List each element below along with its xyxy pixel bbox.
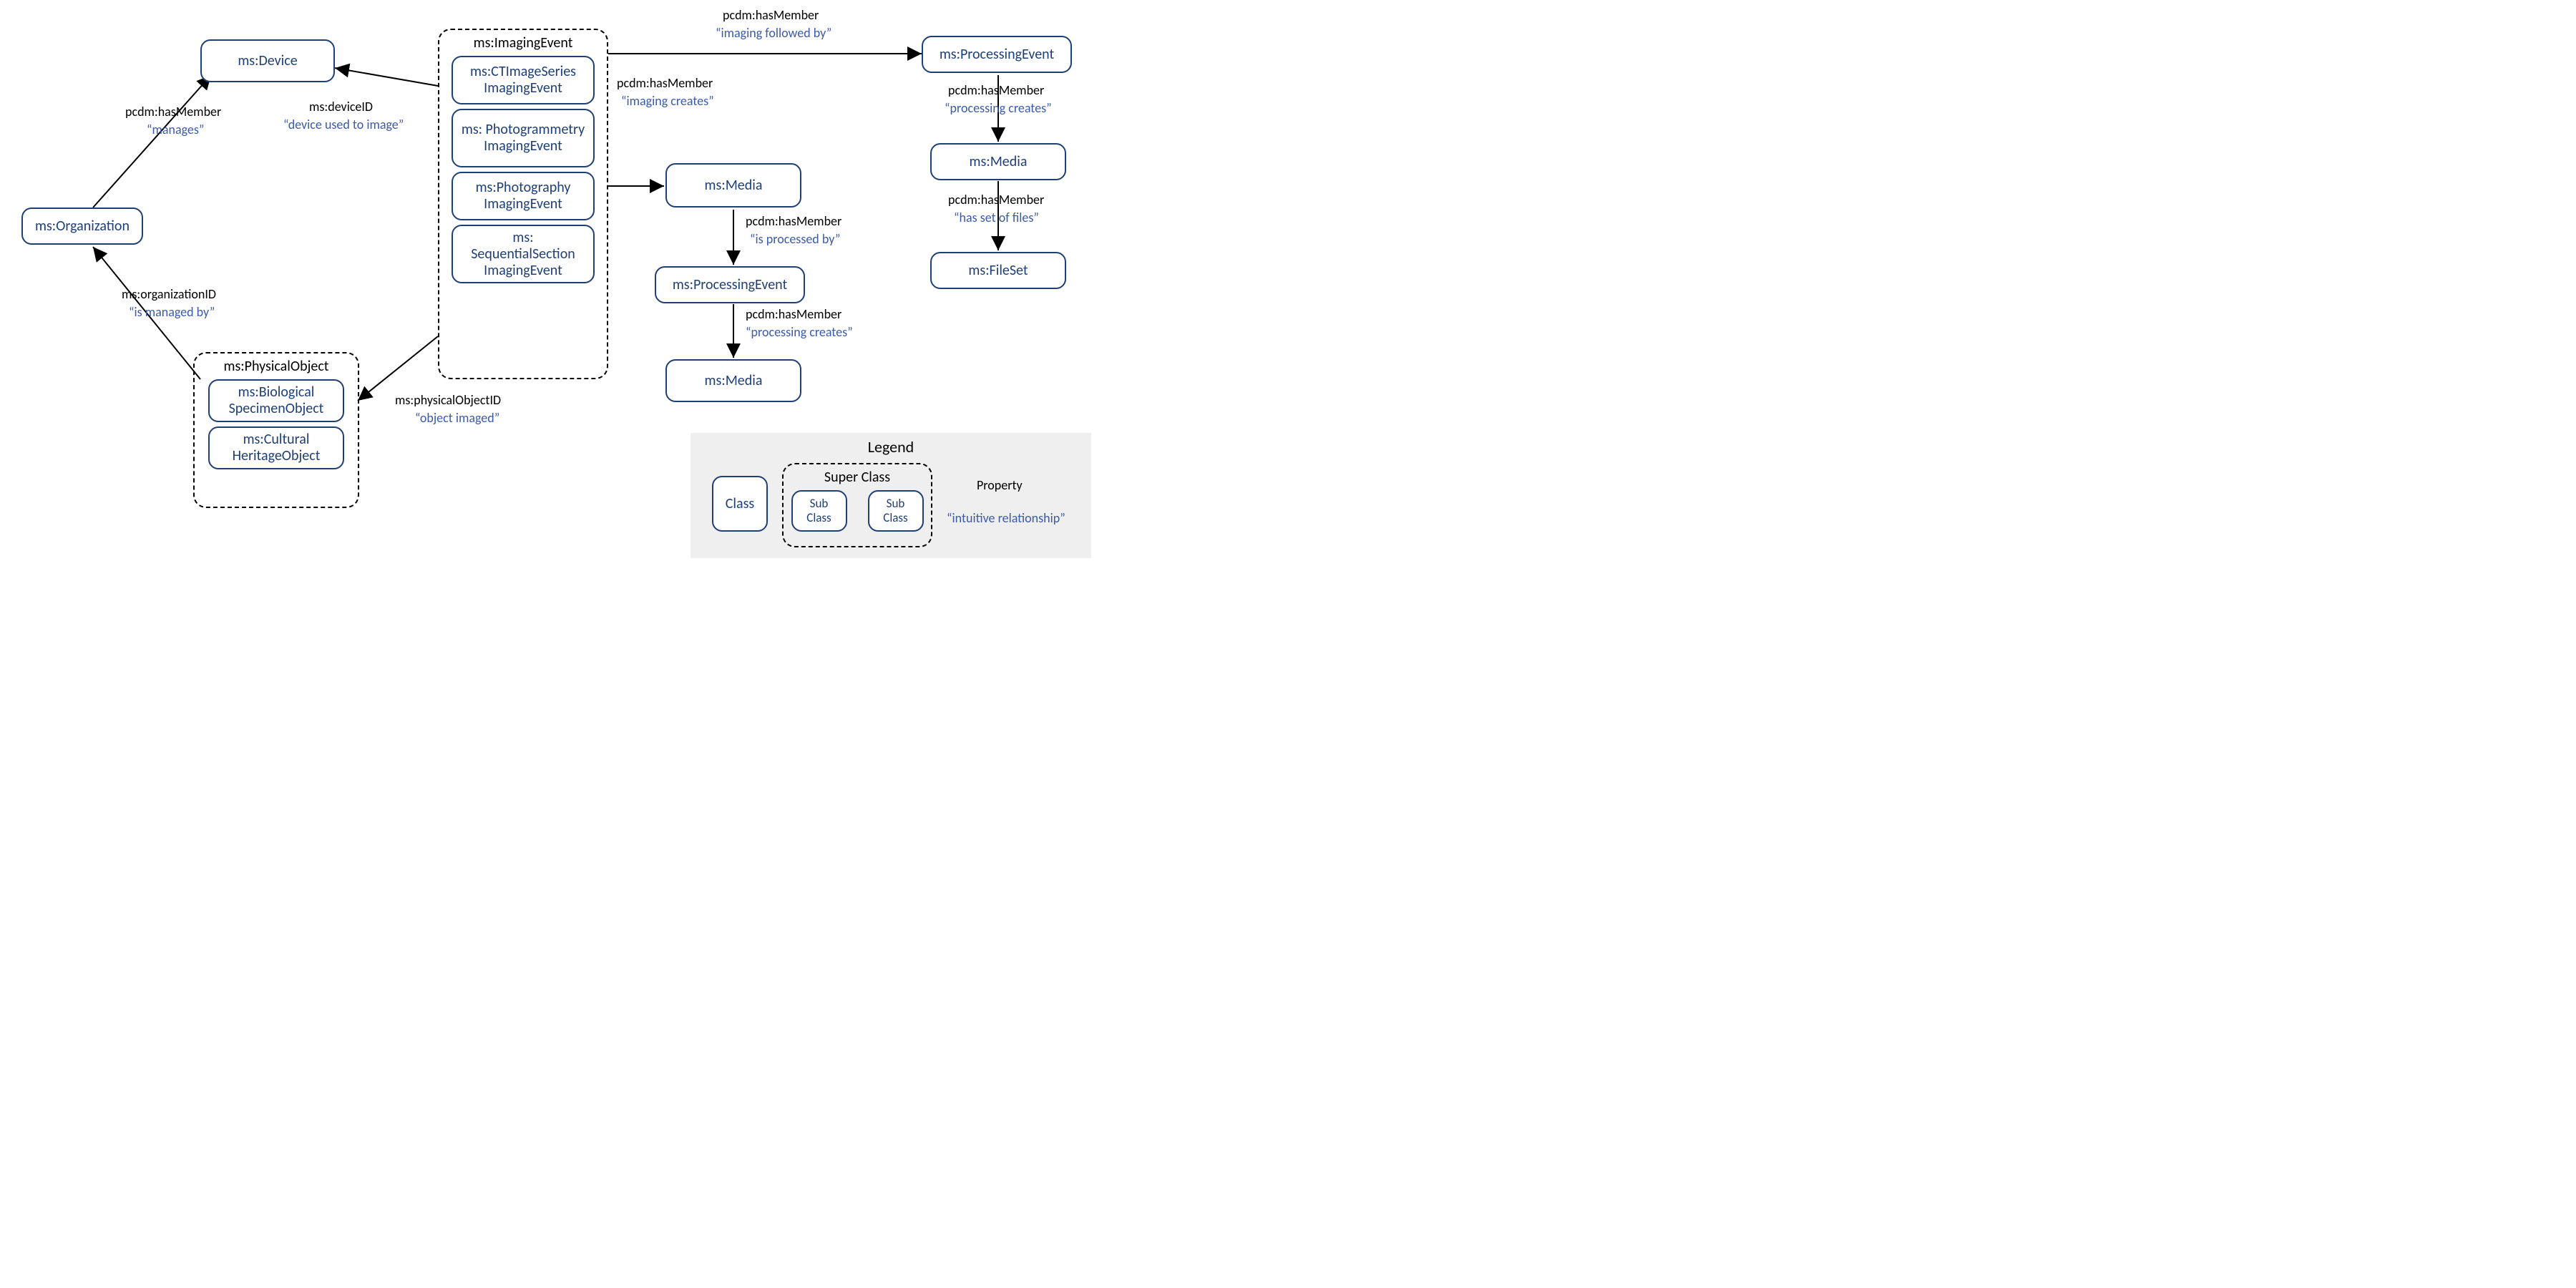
class-media-3: ms:Media [930, 143, 1066, 180]
subclass-ctimageseries: ms:CTImageSeries ImagingEvent [452, 56, 595, 104]
edge-rel: “processing creates” [746, 324, 853, 340]
edge-prop: ms:physicalObjectID [395, 392, 501, 408]
legend-superclass-title: Super Class [784, 469, 931, 486]
legend-property-label: Property [977, 477, 1023, 493]
edge-rel: “imaging followed by” [716, 25, 831, 41]
edge-rel: “manages” [147, 122, 204, 137]
edge-prop: pcdm:hasMember [948, 192, 1044, 208]
edge-rel: “device used to image” [283, 117, 404, 132]
superclass-title: ms:ImagingEvent [439, 34, 607, 52]
edge-prop: pcdm:hasMember [125, 104, 221, 119]
subclass-sequentialsection: ms: SequentialSection ImagingEvent [452, 225, 595, 283]
class-fileset: ms:FileSet [930, 252, 1066, 289]
class-processingevent: ms:ProcessingEvent [922, 36, 1072, 73]
legend-panel: Legend Class Super Class Sub Class Sub C… [691, 433, 1091, 558]
edge-rel: “processing creates” [945, 100, 1052, 116]
class-media-2: ms:Media [665, 359, 801, 402]
edge-prop: pcdm:hasMember [617, 75, 713, 91]
superclass-title: ms:PhysicalObject [195, 358, 358, 375]
edge-prop: pcdm:hasMember [948, 82, 1044, 98]
legend-superclass-box: Super Class Sub Class Sub Class [782, 463, 932, 547]
class-organization: ms:Organization [21, 208, 143, 245]
edge-prop: ms:deviceID [309, 99, 373, 114]
edge-rel: “imaging creates” [621, 93, 714, 109]
edge-rel: “is processed by” [750, 231, 840, 247]
legend-title: Legend [691, 437, 1091, 457]
edge-prop: pcdm:hasMember [746, 213, 841, 229]
edge-prop: ms:organizationID [122, 286, 216, 302]
subclass-biological-specimen: ms:Biological SpecimenObject [208, 379, 344, 422]
superclass-imagingevent: ms:ImagingEvent ms:CTImageSeries Imaging… [438, 29, 608, 379]
diagram-canvas: ms:Organization ms:Device ms:PhysicalObj… [0, 0, 1102, 587]
edge-rel: “object imaged” [415, 410, 499, 426]
superclass-physicalobject: ms:PhysicalObject ms:Biological Specimen… [193, 352, 359, 508]
edge-prop: pcdm:hasMember [723, 7, 819, 23]
subclass-photogrammetry: ms: Photogrammetry ImagingEvent [452, 109, 595, 167]
class-processingevent-2: ms:ProcessingEvent [655, 266, 805, 303]
legend-subclass-1: Sub Class [791, 490, 847, 532]
legend-class-box: Class [712, 476, 768, 532]
legend-subclass-2: Sub Class [868, 490, 924, 532]
subclass-photography: ms:Photography ImagingEvent [452, 172, 595, 220]
edge-rel: “has set of files” [954, 210, 1039, 225]
legend-relationship-label: “intuitive relationship” [947, 510, 1065, 526]
class-media-1: ms:Media [665, 163, 801, 208]
edge-prop: pcdm:hasMember [746, 306, 841, 322]
edge-rel: “is managed by” [129, 304, 215, 320]
subclass-cultural-heritage: ms:Cultural HeritageObject [208, 426, 344, 469]
class-device: ms:Device [200, 39, 335, 82]
